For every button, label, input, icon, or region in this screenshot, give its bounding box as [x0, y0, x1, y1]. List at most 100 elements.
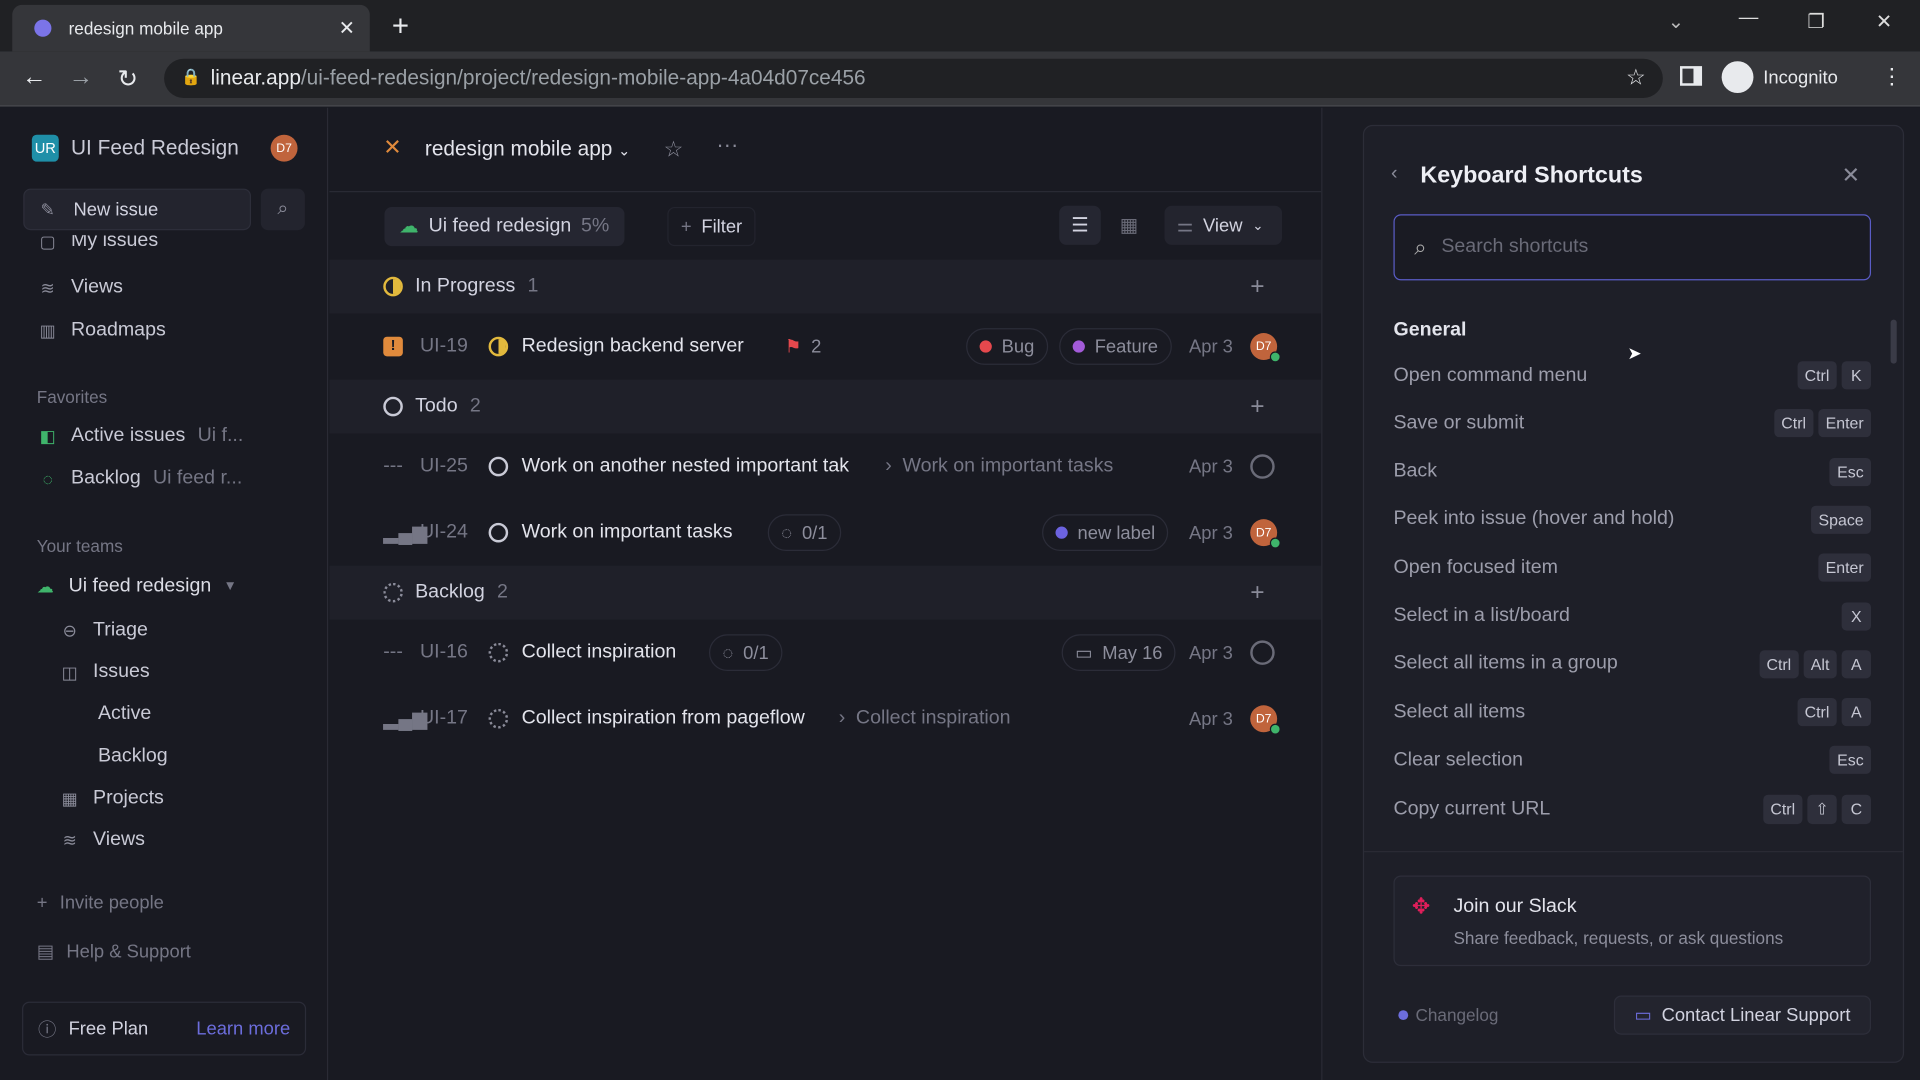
favorite-star-icon[interactable]: ☆: [664, 137, 684, 163]
search-placeholder: Search shortcuts: [1441, 236, 1589, 258]
team-item-views[interactable]: ≋ Views: [59, 829, 145, 851]
chat-icon: ▭: [1634, 1005, 1652, 1027]
more-icon[interactable]: ···: [716, 132, 738, 158]
assignee-avatar[interactable]: D7: [1250, 333, 1281, 363]
browser-menu-icon[interactable]: ⋮: [1881, 64, 1903, 90]
forward-icon[interactable]: →: [69, 64, 93, 92]
favorite-backlog[interactable]: ◌ Backlog Ui feed r...: [37, 468, 243, 490]
shortcut-keys: Enter: [1818, 553, 1872, 582]
issue-row[interactable]: --- UI-25 Work on another nested importa…: [329, 436, 1321, 497]
minimize-icon[interactable]: —: [1739, 7, 1759, 29]
filter-button[interactable]: + Filter: [667, 206, 756, 247]
status-dot: [1398, 1010, 1409, 1021]
group-count: 2: [469, 395, 481, 417]
label-chip[interactable]: Bug: [966, 328, 1048, 365]
browser-tab[interactable]: redesign mobile app ✕: [12, 4, 370, 52]
tab-search-icon[interactable]: ⌄: [1668, 10, 1684, 34]
contact-support-button[interactable]: ▭ Contact Linear Support: [1613, 995, 1872, 1035]
group-backlog[interactable]: Backlog 2 +: [329, 565, 1322, 620]
key-cap: A: [1841, 698, 1872, 727]
shortcut-label: Peek into issue (hover and hold): [1393, 508, 1675, 530]
team-item-projects[interactable]: ▦ Projects: [59, 787, 164, 809]
add-issue-icon[interactable]: +: [1250, 579, 1264, 607]
user-avatar[interactable]: D7: [270, 134, 298, 162]
join-slack-card[interactable]: ✥ Join our Slack Share feedback, request…: [1393, 875, 1872, 967]
address-bar[interactable]: 🔒 linear.app/ui-feed-redesign/project/re…: [164, 58, 1663, 98]
team-item-issues[interactable]: ◫ Issues: [59, 661, 150, 683]
sidebar-item-views[interactable]: ≋ Views: [37, 277, 123, 299]
close-window-icon[interactable]: ✕: [1876, 10, 1892, 34]
group-todo[interactable]: Todo 2 +: [329, 379, 1322, 434]
help-support[interactable]: ▤ Help & Support: [37, 940, 191, 962]
bookmark-star-icon[interactable]: ☆: [1626, 65, 1646, 91]
shortcut-row: Select all items in a group Ctrl Alt A: [1393, 649, 1872, 679]
fav-label: Active issues: [71, 424, 186, 446]
team-item-triage[interactable]: ⊖ Triage: [59, 620, 148, 642]
subtasks-chip: ◌ 0/1: [708, 634, 783, 672]
add-issue-icon[interactable]: +: [1250, 272, 1264, 300]
issue-id: UI-25: [420, 455, 468, 477]
team-ui-feed-redesign[interactable]: ☁ Ui feed redesign ▼: [34, 576, 237, 598]
divider: [1364, 851, 1903, 853]
assignee-avatar[interactable]: D7: [1250, 705, 1281, 735]
due-date: May 16: [1102, 642, 1163, 664]
label-chip[interactable]: Feature: [1059, 328, 1172, 365]
changelog-link[interactable]: Changelog: [1398, 1005, 1498, 1025]
group-in-progress[interactable]: In Progress 1 +: [329, 259, 1322, 314]
new-issue-button[interactable]: ✎ New issue: [23, 188, 252, 231]
shortcut-row: Open command menu Ctrl K: [1393, 361, 1872, 390]
issue-row[interactable]: ▂▄▆ UI-17 Collect inspiration from pagef…: [329, 688, 1321, 749]
learn-more-link[interactable]: Learn more: [196, 1018, 290, 1039]
issue-row[interactable]: --- UI-16 Collect inspiration ◌ 0/1 ▭ May …: [329, 622, 1321, 683]
chevron-down-icon: ⌄: [1252, 218, 1264, 234]
chip-label: Ui feed redesign: [428, 215, 572, 237]
due-date-chip[interactable]: ▭ May 16: [1061, 634, 1176, 672]
sub-issues-chip: ⚑ 2: [773, 328, 834, 365]
reload-icon[interactable]: ↻: [118, 64, 139, 95]
shortcut-row: Save or submit Ctrl Enter: [1393, 409, 1872, 438]
unassigned-icon[interactable]: [1250, 454, 1275, 479]
label: Active: [97, 702, 152, 724]
new-tab-icon[interactable]: +: [392, 10, 409, 44]
sliders-icon: ⚌: [1176, 215, 1194, 237]
fav-sub: Ui f...: [197, 424, 244, 446]
issue-row[interactable]: ! UI-19 Redesign backend server ⚑ 2 Bug F…: [329, 316, 1321, 377]
unassigned-icon[interactable]: [1250, 640, 1275, 665]
active-icon: ◧: [39, 425, 56, 446]
workspace-switcher[interactable]: UR UI Feed Redesign: [31, 134, 239, 162]
parent-issue[interactable]: Collect inspiration: [856, 708, 1011, 730]
view-label: View: [1203, 214, 1243, 236]
view-options-button[interactable]: ⚌ View ⌄: [1164, 205, 1283, 245]
group-name: Backlog: [415, 581, 485, 603]
sidebar-item-my-issues[interactable]: ▢ My issues: [37, 235, 158, 252]
list-view-button[interactable]: ☰: [1059, 205, 1101, 245]
favorite-active-issues[interactable]: ◧ Active issues Ui f...: [37, 425, 244, 447]
search-shortcuts-input[interactable]: ⌕ Search shortcuts: [1393, 214, 1872, 281]
label-chip[interactable]: new label: [1042, 514, 1169, 552]
invite-people[interactable]: + Invite people: [37, 893, 164, 914]
search-button[interactable]: ⌕: [260, 188, 305, 231]
close-icon[interactable]: ✕: [1842, 163, 1860, 189]
todo-icon: [383, 396, 403, 417]
back-icon[interactable]: ←: [22, 64, 46, 92]
issue-row[interactable]: ▂▄▆ UI-24 Work on important tasks ◌ 0/1 n…: [329, 502, 1321, 563]
sidebar-item-roadmaps[interactable]: ▥ Roadmaps: [37, 320, 166, 342]
tab-title: redesign mobile app: [68, 18, 223, 38]
back-icon[interactable]: ‹: [1391, 163, 1398, 185]
side-panel-icon[interactable]: [1680, 66, 1703, 86]
incognito-profile[interactable]: Incognito: [1721, 61, 1838, 94]
project-title-menu[interactable]: redesign mobile app ⌄: [425, 137, 631, 161]
team-item-active[interactable]: Active: [98, 703, 151, 725]
parent-issue[interactable]: Work on important tasks: [902, 456, 1113, 478]
project-main: ✕ redesign mobile app ⌄ ☆ ··· ☁ Ui feed r…: [329, 107, 1322, 1080]
board-view-button[interactable]: ▦: [1108, 206, 1150, 245]
key-cap: C: [1841, 794, 1872, 824]
project-chip[interactable]: ☁ Ui feed redesign 5%: [384, 206, 625, 247]
team-item-backlog[interactable]: Backlog: [98, 746, 168, 768]
assignee-avatar[interactable]: D7: [1250, 519, 1281, 549]
close-tab-icon[interactable]: ✕: [339, 16, 355, 40]
restore-icon[interactable]: ❐: [1807, 10, 1825, 34]
add-issue-icon[interactable]: +: [1250, 392, 1264, 420]
panel-scrollbar[interactable]: [1890, 319, 1897, 364]
key-cap: Space: [1811, 505, 1872, 534]
